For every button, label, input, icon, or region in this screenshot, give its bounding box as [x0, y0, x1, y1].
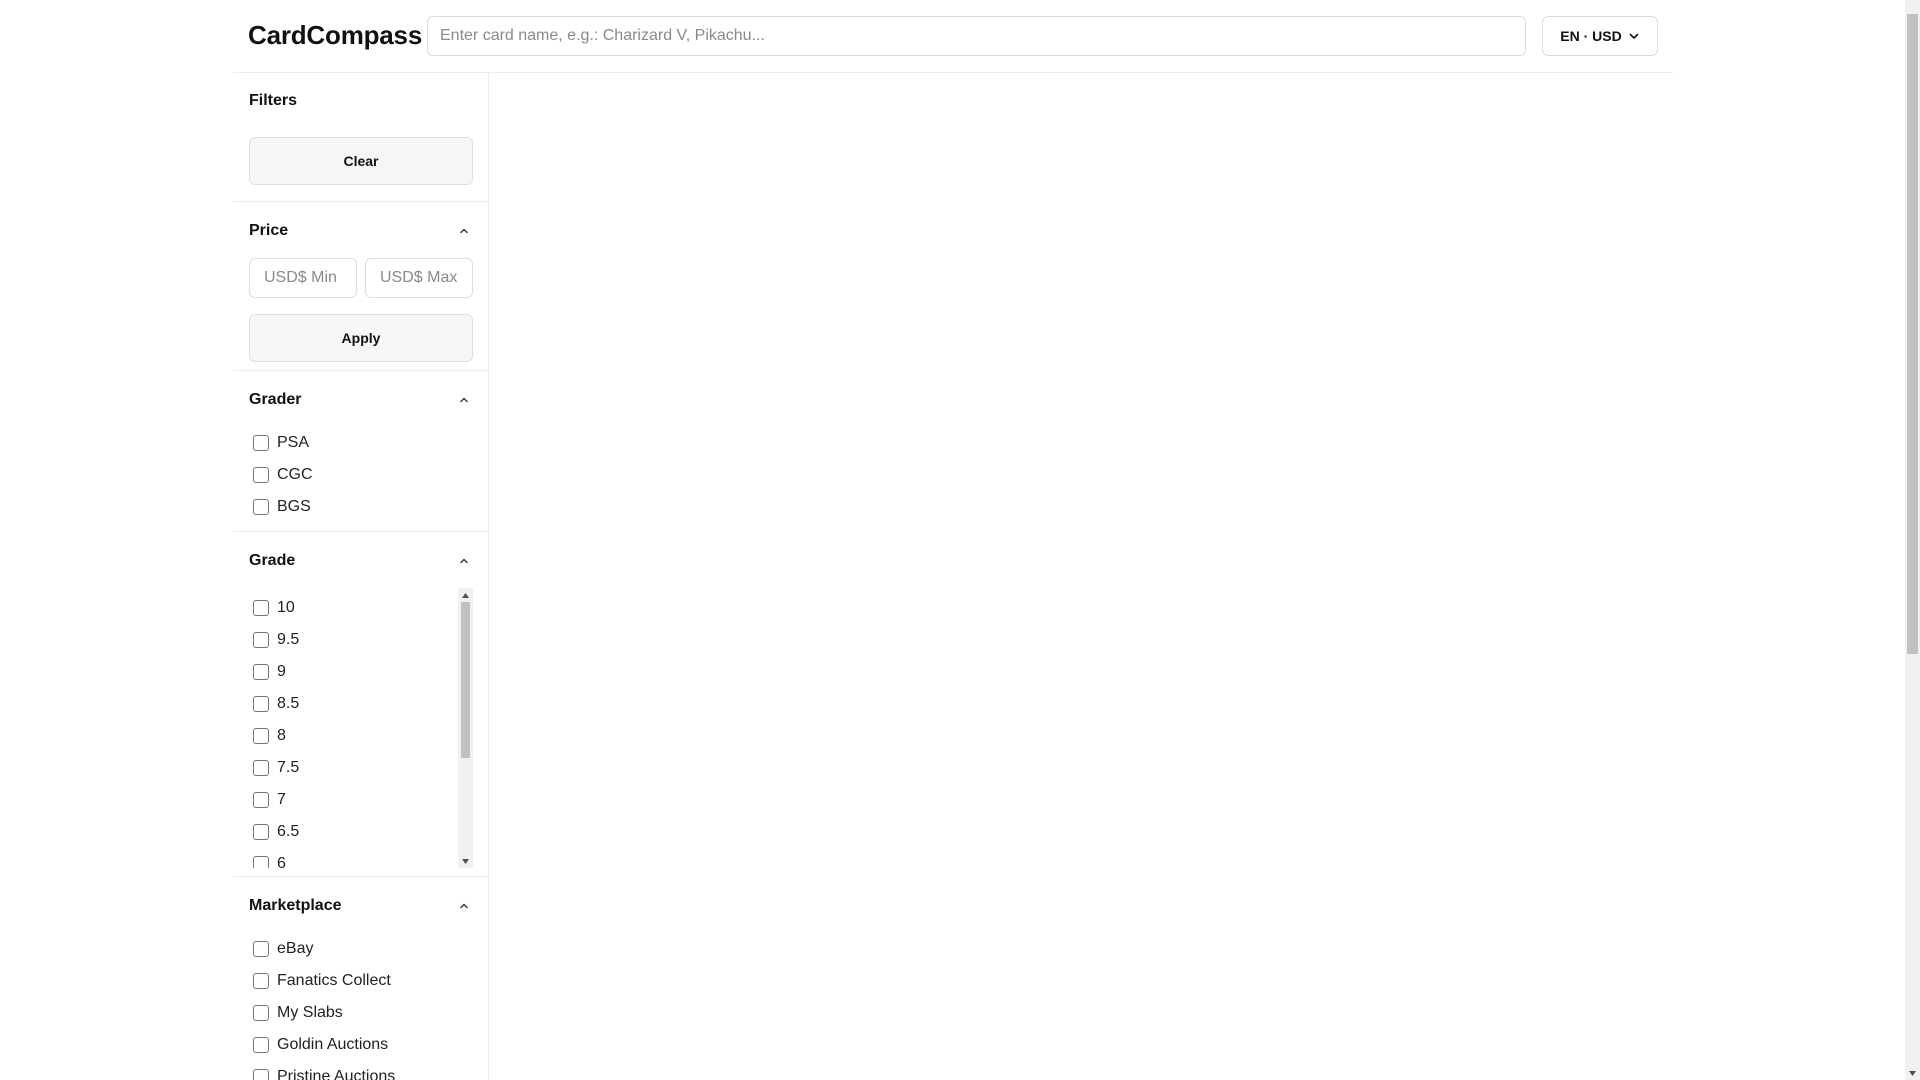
marketplace-option-goldin-auctions[interactable]: Goldin Auctions [249, 1029, 472, 1061]
checkbox[interactable] [253, 435, 269, 451]
checkbox[interactable] [253, 856, 269, 868]
grade-section: Grade 10 9.5 9 8.5 8 7.5 7 6.5 6 [233, 532, 488, 877]
checkbox[interactable] [253, 1005, 269, 1021]
chevron-up-icon [460, 558, 468, 564]
grade-section-toggle[interactable]: Grade [249, 532, 472, 588]
marketplace-option-pristine-auctions[interactable]: Pristine Auctions [249, 1061, 472, 1080]
chevron-down-icon [1629, 33, 1639, 39]
checkbox[interactable] [253, 941, 269, 957]
grader-options: PSA CGC BGS [249, 427, 472, 523]
option-label: 6.5 [277, 823, 300, 840]
grade-scrollbar-thumb[interactable] [461, 602, 470, 758]
marketplace-options: eBay Fanatics Collect My Slabs Goldin Au… [249, 933, 472, 1080]
grader-section: Grader PSA CGC BGS [233, 371, 488, 532]
option-label: CGC [277, 466, 313, 483]
checkbox[interactable] [253, 1069, 269, 1080]
page-scrollbar[interactable] [1905, 0, 1920, 1080]
option-label: 8 [277, 727, 286, 744]
marketplace-option-ebay[interactable]: eBay [249, 933, 472, 965]
option-label: Fanatics Collect [277, 972, 391, 989]
option-label: My Slabs [277, 1004, 343, 1021]
marketplace-option-my-slabs[interactable]: My Slabs [249, 997, 472, 1029]
checkbox[interactable] [253, 792, 269, 808]
grader-section-toggle[interactable]: Grader [249, 371, 472, 427]
grade-options: 10 9.5 9 8.5 8 7.5 7 6.5 6 [249, 592, 457, 868]
price-range-inputs [249, 258, 473, 298]
price-title: Price [249, 222, 289, 239]
page-scrollbar-thumb[interactable] [1907, 14, 1918, 654]
checkbox[interactable] [253, 467, 269, 483]
checkbox[interactable] [253, 600, 269, 616]
checkbox[interactable] [253, 664, 269, 680]
grade-option-8-5[interactable]: 8.5 [249, 688, 457, 720]
grader-option-psa[interactable]: PSA [249, 427, 472, 459]
option-label: 7 [277, 791, 286, 808]
option-label: PSA [277, 434, 310, 451]
grade-option-6[interactable]: 6 [249, 848, 457, 868]
option-label: 10 [277, 599, 295, 616]
locale-label: EN · USD [1560, 28, 1622, 44]
results-area [489, 73, 1673, 1080]
grade-title: Grade [249, 552, 296, 569]
page: CardCompass EN · USD Filters Clear Price… [0, 0, 1905, 1080]
scroll-down-arrow-icon[interactable] [458, 854, 473, 868]
option-label: 8.5 [277, 695, 300, 712]
price-section-toggle[interactable]: Price [249, 202, 472, 258]
option-label: BGS [277, 498, 311, 515]
top-bar: CardCompass EN · USD [233, 0, 1673, 73]
price-max-input[interactable] [365, 258, 473, 298]
filters-title: Filters [249, 92, 298, 109]
grade-scrollbar[interactable] [458, 588, 473, 868]
checkbox[interactable] [253, 632, 269, 648]
grader-title: Grader [249, 391, 302, 408]
apply-price-button[interactable]: Apply [249, 314, 473, 362]
option-label: Pristine Auctions [277, 1068, 396, 1080]
checkbox[interactable] [253, 760, 269, 776]
marketplace-option-fanatics-collect[interactable]: Fanatics Collect [249, 965, 472, 997]
option-label: 6 [277, 855, 286, 868]
chevron-up-icon [460, 903, 468, 909]
grade-option-7[interactable]: 7 [249, 784, 457, 816]
checkbox[interactable] [253, 824, 269, 840]
marketplace-title: Marketplace [249, 897, 342, 914]
grade-option-10[interactable]: 10 [249, 592, 457, 624]
checkbox[interactable] [253, 696, 269, 712]
grade-option-9-5[interactable]: 9.5 [249, 624, 457, 656]
grade-option-8[interactable]: 8 [249, 720, 457, 752]
checkbox[interactable] [253, 499, 269, 515]
checkbox[interactable] [253, 728, 269, 744]
chevron-up-icon [460, 397, 468, 403]
checkbox[interactable] [253, 1037, 269, 1053]
search-input[interactable] [427, 16, 1526, 56]
clear-button[interactable]: Clear [249, 137, 473, 185]
filters-header-section: Filters Clear [233, 73, 488, 202]
filters-sidebar: Filters Clear Price Apply Grader PSA CGC [233, 73, 489, 1080]
grader-option-bgs[interactable]: BGS [249, 491, 472, 523]
option-label: eBay [277, 940, 314, 957]
price-min-input[interactable] [249, 258, 357, 298]
grader-option-cgc[interactable]: CGC [249, 459, 472, 491]
marketplace-section: Marketplace eBay Fanatics Collect My Sla… [233, 877, 488, 1080]
grade-option-6-5[interactable]: 6.5 [249, 816, 457, 848]
marketplace-section-toggle[interactable]: Marketplace [249, 877, 472, 933]
logo[interactable]: CardCompass [248, 20, 422, 51]
grade-option-7-5[interactable]: 7.5 [249, 752, 457, 784]
chevron-up-icon [460, 228, 468, 234]
option-label: Goldin Auctions [277, 1036, 389, 1053]
option-label: 9.5 [277, 631, 300, 648]
price-section: Price Apply [233, 202, 488, 371]
option-label: 7.5 [277, 759, 300, 776]
locale-dropdown[interactable]: EN · USD [1542, 16, 1658, 56]
grade-options-scroll[interactable]: 10 9.5 9 8.5 8 7.5 7 6.5 6 [249, 588, 473, 868]
grade-option-9[interactable]: 9 [249, 656, 457, 688]
scroll-down-arrow-icon[interactable] [1905, 1066, 1920, 1080]
scroll-up-arrow-icon[interactable] [458, 588, 473, 602]
checkbox[interactable] [253, 973, 269, 989]
option-label: 9 [277, 663, 286, 680]
